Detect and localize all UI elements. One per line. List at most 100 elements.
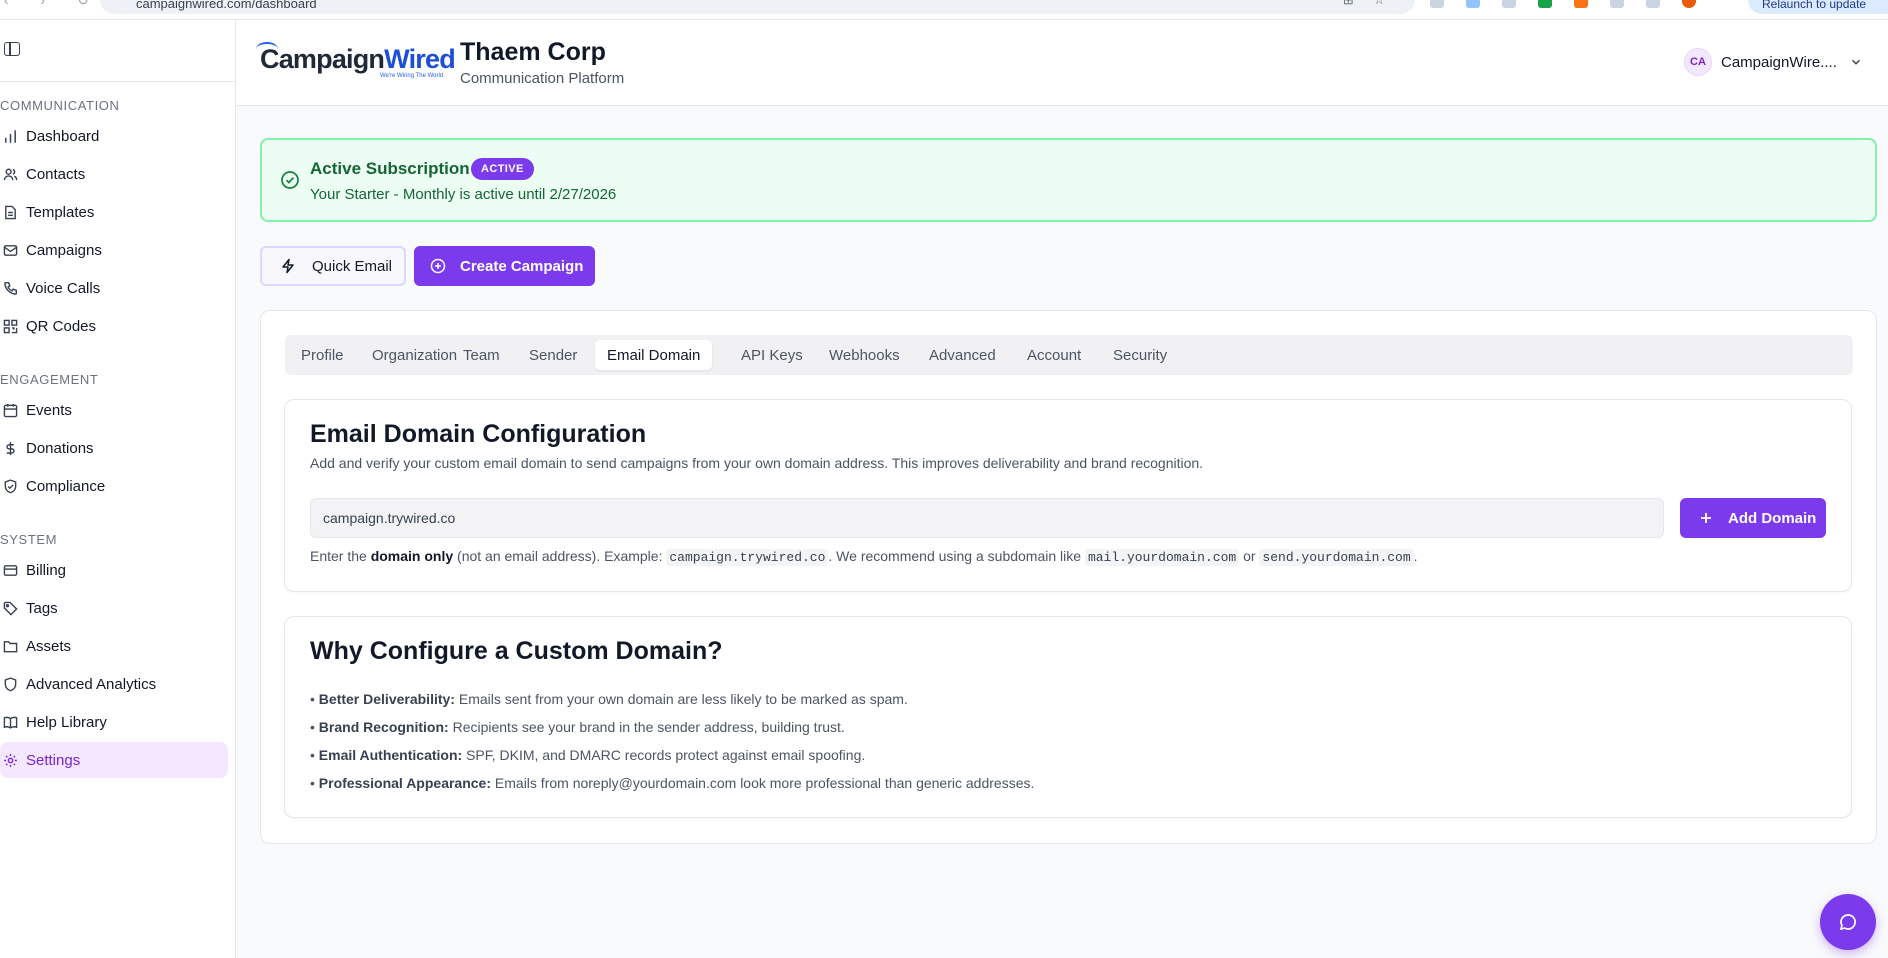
- sidebar-item-contacts[interactable]: Contacts: [0, 156, 228, 192]
- extension-icon[interactable]: [1610, 0, 1624, 8]
- add-domain-label: Add Domain: [1728, 509, 1817, 527]
- dollar-icon: [2, 440, 18, 456]
- extension-icon[interactable]: [1430, 0, 1444, 8]
- list-item: • Email Authentication: SPF, DKIM, and D…: [310, 747, 866, 763]
- sidebar-item-billing[interactable]: Billing: [0, 552, 228, 588]
- tab-security[interactable]: Security: [1101, 340, 1179, 370]
- tab-profile[interactable]: Profile: [289, 340, 356, 370]
- tab-email-domain[interactable]: Email Domain: [595, 340, 713, 370]
- folder-icon: [2, 638, 18, 654]
- sidebar-item-events[interactable]: Events: [0, 392, 228, 428]
- sidebar-item-label: Dashboard: [26, 127, 100, 145]
- extension-icon[interactable]: [1646, 0, 1660, 8]
- email-domain-panel: Email Domain Configuration Add and verif…: [284, 399, 1852, 592]
- list-item: • Better Deliverability: Emails sent fro…: [310, 691, 908, 707]
- sidebar-item-voice-calls[interactable]: Voice Calls: [0, 270, 228, 306]
- check-circle-icon: [281, 171, 299, 189]
- bookmark-star-icon[interactable]: ⊞ ☆: [1343, 0, 1393, 8]
- sidebar-item-dashboard[interactable]: Dashboard: [0, 118, 228, 154]
- logo-wordmark: CampaignWired: [260, 44, 456, 74]
- chat-bubble-icon: [1839, 914, 1856, 931]
- sidebar-item-label: Billing: [26, 561, 67, 579]
- why-custom-domain-panel: Why Configure a Custom Domain? • Better …: [284, 616, 1852, 818]
- add-domain-button[interactable]: Add Domain: [1680, 498, 1826, 538]
- create-campaign-button[interactable]: Create Campaign: [414, 246, 595, 286]
- quick-email-label: Quick Email: [312, 257, 393, 275]
- sidebar-toggle-icon[interactable]: [4, 42, 20, 56]
- tag-icon: [2, 600, 18, 616]
- section-title-communication: COMMUNICATION: [0, 98, 120, 113]
- tab-sender[interactable]: Sender: [517, 340, 589, 370]
- sidebar-item-label: Settings: [26, 751, 81, 769]
- lightning-icon: [282, 258, 294, 274]
- domain-input[interactable]: [310, 498, 1664, 538]
- sidebar-item-help-library[interactable]: Help Library: [0, 704, 228, 740]
- relaunch-update-button[interactable]: Relaunch to update: [1748, 0, 1888, 14]
- sidebar: COMMUNICATION Dashboard Contacts Templat…: [0, 20, 236, 958]
- mail-icon: [2, 242, 18, 258]
- sidebar-item-label: Compliance: [26, 477, 106, 495]
- shield-icon: [2, 676, 18, 692]
- section-title-system: SYSTEM: [0, 532, 58, 547]
- code-example: send.yourdomain.com: [1259, 549, 1414, 566]
- tab-api-keys[interactable]: API Keys: [729, 340, 815, 370]
- shield-check-icon: [2, 478, 18, 494]
- section-title-engagement: ENGAGEMENT: [0, 372, 99, 387]
- qr-code-icon: [2, 318, 18, 334]
- extension-icon[interactable]: [1538, 0, 1552, 8]
- sidebar-item-assets[interactable]: Assets: [0, 628, 228, 664]
- extension-icon[interactable]: [1574, 0, 1588, 8]
- quick-email-button[interactable]: Quick Email: [260, 246, 406, 286]
- sidebar-item-label: Events: [26, 401, 72, 419]
- extension-icon[interactable]: [1466, 0, 1480, 8]
- list-item: • Brand Recognition: Recipients see your…: [310, 719, 845, 735]
- book-icon: [2, 714, 18, 730]
- tab-advanced[interactable]: Advanced: [917, 340, 1008, 370]
- profile-avatar-icon[interactable]: [1682, 0, 1696, 8]
- status-badge: ACTIVE: [471, 158, 534, 180]
- extensions-bar: [1430, 0, 1696, 8]
- logo-arc: [256, 42, 278, 56]
- sidebar-item-compliance[interactable]: Compliance: [0, 468, 228, 504]
- sidebar-item-label: Voice Calls: [26, 279, 101, 297]
- sidebar-item-label: Assets: [26, 637, 72, 655]
- user-name: CampaignWire....: [1721, 53, 1837, 71]
- logo-tagline: We're Wiring The World: [380, 73, 444, 79]
- browser-toolbar: ‹ › ↻ campaignwired.com/dashboard ⊞ ☆ Re…: [0, 0, 1888, 20]
- tab-webhooks[interactable]: Webhooks: [817, 340, 912, 370]
- sidebar-item-qr-codes[interactable]: QR Codes: [0, 308, 228, 344]
- sidebar-item-label: QR Codes: [26, 317, 97, 335]
- sidebar-item-donations[interactable]: Donations: [0, 430, 228, 466]
- plus-icon: [1701, 513, 1711, 523]
- sidebar-item-label: Help Library: [26, 713, 107, 731]
- sidebar-item-label: Tags: [26, 599, 58, 617]
- sidebar-item-templates[interactable]: Templates: [0, 194, 228, 230]
- sidebar-item-tags[interactable]: Tags: [0, 590, 228, 626]
- plus-circle-icon: [430, 258, 446, 274]
- domain-helper-text: Enter the domain only (not an email addr…: [310, 548, 1418, 566]
- code-example: mail.yourdomain.com: [1084, 549, 1240, 566]
- user-menu[interactable]: CA CampaignWire....: [1684, 48, 1863, 76]
- chat-button[interactable]: [1820, 894, 1876, 950]
- extension-icon[interactable]: [1502, 0, 1516, 8]
- sidebar-item-settings[interactable]: Settings: [0, 742, 228, 778]
- phone-icon: [2, 280, 18, 296]
- top-header: CampaignWired We're Wiring The World Tha…: [236, 20, 1888, 106]
- sidebar-item-campaigns[interactable]: Campaigns: [0, 232, 228, 268]
- tab-account[interactable]: Account: [1015, 340, 1093, 370]
- company-subtitle: Communication Platform: [460, 70, 625, 87]
- sidebar-item-advanced-analytics[interactable]: Advanced Analytics: [0, 666, 228, 702]
- browser-nav-icons[interactable]: ‹ › ↻: [4, 0, 103, 9]
- panel-description: Add and verify your custom email domain …: [310, 455, 1204, 471]
- sidebar-item-label: Templates: [26, 203, 95, 221]
- sidebar-item-label: Campaigns: [26, 241, 102, 259]
- chevron-down-icon: [1851, 59, 1860, 65]
- tab-team[interactable]: Team: [451, 340, 512, 370]
- code-example: campaign.trywired.co: [666, 549, 829, 566]
- subscription-banner: Active Subscription ACTIVE Your Starter …: [260, 138, 1877, 222]
- address-bar[interactable]: campaignwired.com/dashboard ⊞ ☆: [100, 0, 1415, 14]
- campaignwired-logo[interactable]: CampaignWired We're Wiring The World: [256, 42, 456, 80]
- panel-title: Why Configure a Custom Domain?: [310, 637, 723, 665]
- gear-icon: [2, 752, 18, 768]
- company-name: Thaem Corp: [460, 38, 606, 66]
